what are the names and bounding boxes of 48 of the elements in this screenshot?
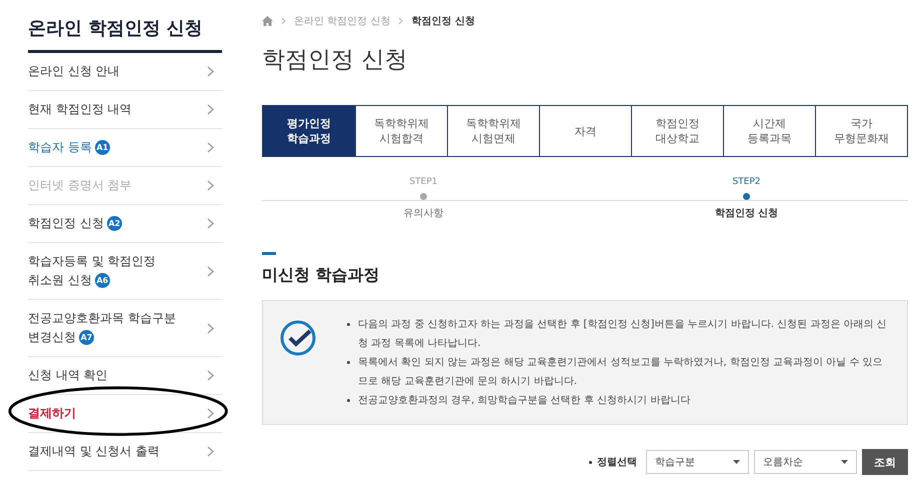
search-button[interactable]: 조회 bbox=[862, 449, 908, 475]
sidebar-item[interactable]: 신청 내역 확인 bbox=[28, 357, 222, 395]
sidebar-item[interactable]: 전공교양호환과목 학습구분 변경신청 A7 bbox=[28, 300, 222, 357]
notice-text: 다음의 과정 중 신청하고자 하는 과정을 선택한 후 [학점인정 신청]버튼을 누르시기 바랍니다. 신청된 과정은 아래의 신청 과정 목록에 나타납니다. bbox=[358, 318, 887, 351]
chevron-icon bbox=[207, 370, 214, 381]
step-number: STEP2 bbox=[732, 177, 761, 187]
step-badge: A1 bbox=[94, 140, 110, 155]
step-label: 유의사항 bbox=[404, 207, 444, 220]
chevron-icon bbox=[207, 180, 214, 191]
chevron-icon bbox=[207, 446, 214, 457]
notice-text: 전공교양호환과정의 경우, 희망학습구분을 선택한 후 신청하시기 바랍니다 bbox=[358, 394, 690, 408]
step-badge: A7 bbox=[79, 330, 94, 345]
bullet-icon bbox=[347, 323, 350, 326]
sidebar-item[interactable]: 학습자등록 및 학점인정 취소원 신청 A6 bbox=[28, 243, 222, 300]
sidebar-item[interactable]: 결제내역 및 신청서 출력 bbox=[28, 433, 222, 471]
chevron-icon bbox=[281, 17, 286, 25]
bullet-icon bbox=[347, 399, 350, 402]
chevron-icon bbox=[207, 66, 214, 77]
chevron-icon bbox=[207, 408, 214, 419]
chevron-icon bbox=[207, 218, 214, 229]
chevron-icon bbox=[398, 17, 404, 25]
notice-text: 목록에서 확인 되지 않는 과정은 해당 교육훈련기관에서 성적보고를 누락하였거나, 학점인정 교육과정이 아닐 수 있으므로 해당 교육훈련기관에 문의 하시기 바랍니다. bbox=[358, 356, 884, 389]
sidebar-title: 온라인 학점인정 신청 bbox=[28, 16, 222, 53]
sidebar-item[interactable]: 학점인정 신청 A2 bbox=[28, 205, 222, 243]
caret-icon bbox=[841, 460, 848, 464]
chevron-icon bbox=[207, 266, 214, 276]
bullet-icon bbox=[347, 361, 350, 364]
bullet-icon bbox=[589, 460, 592, 464]
chevron-icon bbox=[207, 322, 214, 334]
step-number: STEP1 bbox=[409, 177, 438, 187]
sort-label: 정렬선택 bbox=[597, 456, 637, 469]
sort-dropdown[interactable]: 학습구분 bbox=[646, 450, 749, 474]
step-label: 학점인정 신청 bbox=[714, 207, 778, 220]
sort-dropdown[interactable]: 오름차순 bbox=[754, 450, 857, 474]
section-title: 미신청 학습과정 bbox=[262, 265, 381, 286]
sidebar-item[interactable]: 현재 학점인정 내역 bbox=[28, 91, 222, 129]
home-icon[interactable] bbox=[262, 16, 273, 26]
sidebar-item[interactable]: 학습자 등록 A1 bbox=[28, 129, 222, 167]
step-badge: A6 bbox=[94, 273, 110, 288]
sidebar-item[interactable]: 온라인 신청 안내 bbox=[28, 53, 222, 91]
breadcrumb-link[interactable]: 학점인정 신청 bbox=[411, 14, 475, 28]
chevron-icon bbox=[207, 104, 214, 115]
check-circle-icon bbox=[279, 319, 317, 357]
page-title: 학점인정 신청 bbox=[262, 46, 408, 75]
chevron-icon bbox=[207, 142, 214, 153]
caret-icon bbox=[733, 460, 740, 464]
tab[interactable]: 평가인정 학습과정 bbox=[263, 106, 355, 156]
step-badge: A2 bbox=[106, 216, 122, 231]
